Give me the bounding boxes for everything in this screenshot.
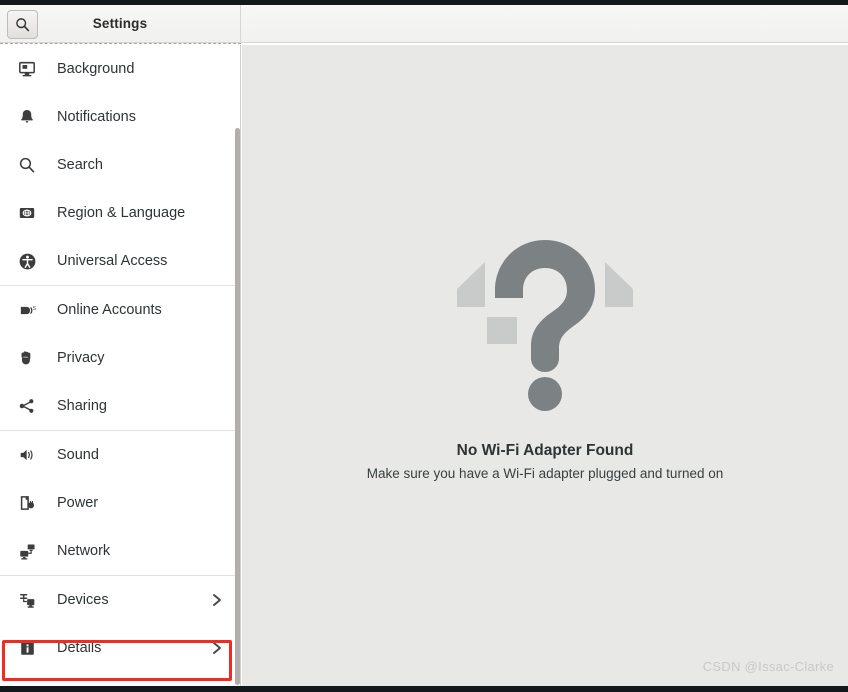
main-content-area: No Wi-Fi Adapter Found Make sure you hav…	[242, 45, 848, 686]
sidebar-item-label: Privacy	[57, 350, 105, 366]
sidebar-item-label: Search	[57, 157, 103, 173]
question-mark-wifi-icon	[445, 232, 645, 412]
bell-icon	[17, 107, 37, 127]
sidebar-scrollbar-thumb[interactable]	[235, 128, 240, 685]
watermark: CSDN @Issac-Clarke	[702, 659, 834, 674]
sidebar-item-label: Universal Access	[57, 253, 168, 269]
sidebar-item-label: Sharing	[57, 398, 107, 414]
network-icon	[17, 541, 37, 561]
sidebar-item-region-language[interactable]: Region & Language	[0, 189, 240, 237]
sidebar-item-label: Devices	[57, 592, 109, 608]
sidebar-item-label: Online Accounts	[57, 302, 162, 318]
sidebar-item-devices[interactable]: Devices	[0, 576, 240, 624]
header-bar-right	[241, 5, 848, 42]
chevron-right-icon	[210, 593, 224, 607]
share-icon	[17, 396, 37, 416]
battery-plug-icon	[17, 493, 37, 513]
desktop-bottom-strip	[0, 686, 848, 692]
header-bar-left: Settings	[0, 5, 241, 42]
info-icon	[17, 638, 37, 658]
headerbar-focus-line	[0, 43, 241, 44]
sidebar-item-privacy[interactable]: Privacy	[0, 334, 240, 382]
window-title: Settings	[92, 16, 148, 31]
sidebar-item-background[interactable]: Background	[0, 45, 240, 93]
sidebar-item-universal-access[interactable]: Universal Access	[0, 237, 240, 285]
sidebar-item-network[interactable]: Network	[0, 527, 240, 575]
sidebar-item-online-accounts[interactable]: S Online Accounts	[0, 286, 240, 334]
magnifier-icon	[17, 155, 37, 175]
chevron-right-icon	[210, 641, 224, 655]
sidebar-item-label: Region & Language	[57, 205, 186, 221]
sidebar-item-label: Notifications	[57, 109, 136, 125]
settings-sidebar[interactable]: Background Notifications Search Region &…	[0, 45, 241, 692]
sidebar-item-label: Power	[57, 495, 99, 511]
empty-state-title: No Wi-Fi Adapter Found	[456, 442, 634, 459]
online-accounts-icon: S	[17, 300, 37, 320]
sidebar-nav-list: Background Notifications Search Region &…	[0, 45, 240, 672]
sidebar-item-label: Sound	[57, 447, 99, 463]
speaker-icon	[17, 445, 37, 465]
empty-state-subtitle: Make sure you have a Wi-Fi adapter plugg…	[366, 466, 724, 481]
sidebar-scrollbar[interactable]	[235, 128, 240, 685]
sidebar-item-label: Network	[57, 543, 111, 559]
settings-window: Settings Background Notifications Search…	[0, 0, 848, 692]
sidebar-item-notifications[interactable]: Notifications	[0, 93, 240, 141]
no-wifi-empty-state: No Wi-Fi Adapter Found Make sure you hav…	[242, 232, 848, 481]
sidebar-item-sound[interactable]: Sound	[0, 431, 240, 479]
svg-text:S: S	[32, 305, 36, 311]
sidebar-item-label: Details	[57, 640, 102, 656]
header-bar: Settings	[0, 5, 848, 43]
sidebar-item-search[interactable]: Search	[0, 141, 240, 189]
sidebar-item-label: Background	[57, 61, 135, 77]
devices-icon	[17, 590, 37, 610]
display-icon	[17, 59, 37, 79]
flag-icon	[17, 203, 37, 223]
sidebar-item-power[interactable]: Power	[0, 479, 240, 527]
sidebar-item-details[interactable]: Details	[0, 624, 240, 672]
sidebar-item-sharing[interactable]: Sharing	[0, 382, 240, 430]
accessibility-icon	[17, 251, 37, 271]
hand-icon	[17, 348, 37, 368]
